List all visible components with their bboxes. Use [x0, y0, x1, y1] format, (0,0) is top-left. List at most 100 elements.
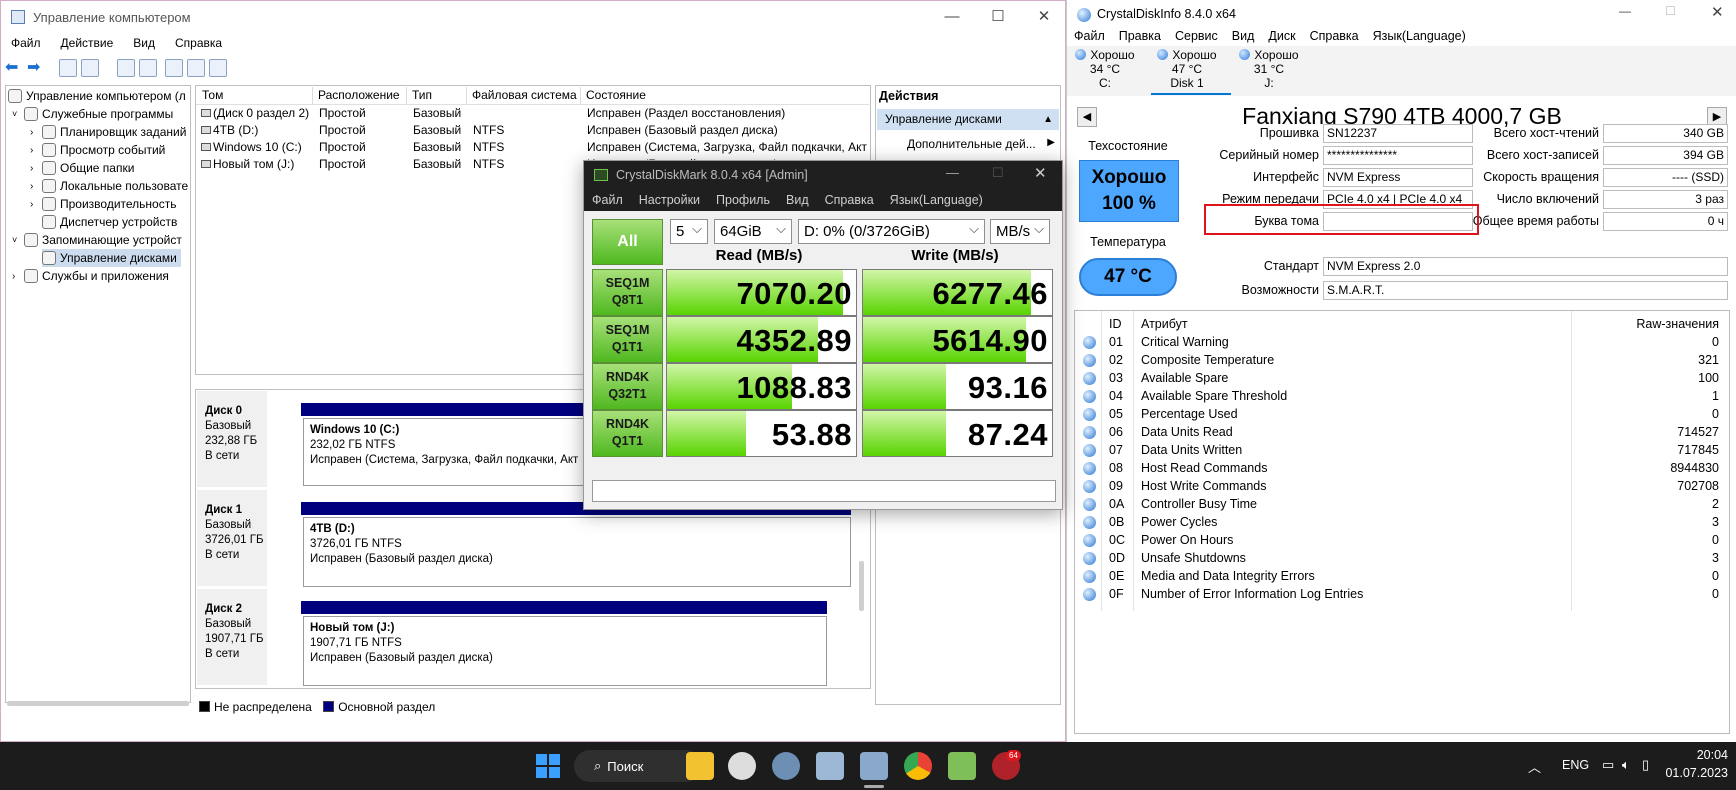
folder-up-icon[interactable] — [59, 59, 77, 77]
tree-item-disk-management[interactable]: Управление дисками — [42, 249, 181, 267]
tree-hscrollbar[interactable] — [7, 701, 189, 706]
disk0-label[interactable]: Диск 0 Базовый 232,88 ГБ В сети — [205, 404, 257, 464]
smart-row[interactable]: 01 Critical Warning 0 — [1075, 333, 1729, 351]
battery-icon[interactable]: ▯ — [1642, 757, 1649, 773]
volume-name[interactable]: 4TB (D:) — [213, 122, 311, 139]
search-icon[interactable] — [165, 59, 183, 77]
cdi-maximize-button[interactable]: ☐ — [1665, 4, 1676, 18]
volume-name[interactable]: Windows 10 (C:) — [213, 139, 311, 156]
disk0-partition[interactable]: Windows 10 (C:) 232,02 ГБ NTFS Исправен … — [303, 418, 603, 486]
tree-item-services[interactable]: › Службы и приложения — [12, 267, 169, 285]
tree-item-device-manager[interactable]: Диспетчер устройств — [42, 213, 177, 231]
cdi-menu-help[interactable]: Справка — [1303, 29, 1366, 43]
minimize-button[interactable]: — — [929, 1, 975, 31]
close-button[interactable]: ✕ — [1021, 1, 1065, 31]
cdi-minimize-button[interactable]: — — [1619, 4, 1631, 18]
smart-row[interactable]: 0B Power Cycles 3 — [1075, 513, 1729, 531]
smart-row[interactable]: 0D Unsafe Shutdowns 3 — [1075, 549, 1729, 567]
volume-status[interactable]: Исправен (Раздел восстановления) — [587, 105, 867, 122]
volume-filesystem[interactable]: NTFS — [473, 156, 579, 173]
settings-gear-icon[interactable] — [772, 752, 800, 780]
app-fox-icon[interactable] — [728, 752, 756, 780]
computer-management-taskbar-icon[interactable] — [816, 752, 844, 780]
smart-row[interactable]: 09 Host Write Commands 702708 — [1075, 477, 1729, 495]
prev-disk-button[interactable]: ◀ — [1077, 107, 1097, 127]
cdi-menu-service[interactable]: Сервис — [1168, 29, 1225, 43]
cdm-menu-view[interactable]: Вид — [778, 193, 817, 207]
back-arrow-icon[interactable]: ⬅ — [5, 57, 18, 77]
cdm-menu-profile[interactable]: Профиль — [708, 193, 778, 207]
console-tree-icon[interactable] — [81, 59, 99, 77]
col-volume[interactable]: Том — [197, 87, 313, 104]
cdi-menu-view[interactable]: Вид — [1225, 29, 1262, 43]
actions-section[interactable]: Управление дисками ▲ — [877, 109, 1059, 130]
all-button[interactable]: All — [592, 219, 663, 265]
test-button[interactable]: SEQ1M Q8T1 — [592, 269, 663, 316]
properties-icon[interactable] — [139, 59, 157, 77]
disk2-label[interactable]: Диск 2 Базовый 1907,71 ГБ В сети — [205, 602, 264, 662]
smart-row[interactable]: 07 Data Units Written 717845 — [1075, 441, 1729, 459]
disk1-partition[interactable]: 4TB (D:) 3726,01 ГБ NTFS Исправен (Базов… — [303, 517, 851, 587]
volume-status[interactable]: Исправен (Система, Загрузка, Файл подкач… — [587, 139, 867, 156]
clock-date[interactable]: 01.07.2023 — [1660, 766, 1728, 780]
cdm-menu-file[interactable]: Файл — [584, 193, 631, 207]
unit-select[interactable]: MB/s — [990, 217, 1050, 244]
cdm-maximize-button[interactable]: ☐ — [992, 165, 1004, 181]
volume-type[interactable]: Базовый — [413, 122, 469, 139]
cdm-close-button[interactable]: ✕ — [1034, 164, 1047, 182]
tree-item-root[interactable]: Управление компьютером (л — [8, 87, 186, 105]
cdi-menu-language[interactable]: Язык(Language) — [1366, 29, 1473, 43]
volume-layout[interactable]: Простой — [319, 105, 409, 122]
test-size-select[interactable]: 64GiB — [714, 217, 792, 244]
volume-filesystem[interactable] — [473, 105, 579, 122]
volume-type[interactable]: Базовый — [413, 156, 469, 173]
smart-row[interactable]: 08 Host Read Commands 8944830 — [1075, 459, 1729, 477]
forward-arrow-icon[interactable]: ➡ — [27, 57, 40, 77]
col-type[interactable]: Тип — [407, 87, 467, 104]
cdm-menu-settings[interactable]: Настройки — [631, 193, 708, 207]
smart-col-id[interactable]: ID — [1109, 315, 1122, 333]
volume-layout[interactable]: Простой — [319, 139, 409, 156]
volume-type[interactable]: Базовый — [413, 105, 469, 122]
volume-layout[interactable]: Простой — [319, 156, 409, 173]
speaker-icon[interactable]: 🔈︎ — [1622, 757, 1630, 773]
volume-status[interactable]: Исправен (Базовый раздел диска) — [587, 122, 867, 139]
test-button[interactable]: RND4K Q32T1 — [592, 363, 663, 410]
comment-input[interactable] — [592, 480, 1056, 502]
volume-type[interactable]: Базовый — [413, 139, 469, 156]
clock-time[interactable]: 20:04 — [1660, 748, 1728, 762]
menu-file[interactable]: Файл — [1, 36, 51, 50]
smart-row[interactable]: 05 Percentage Used 0 — [1075, 405, 1729, 423]
smart-col-attr[interactable]: Атрибут — [1141, 315, 1188, 333]
volume-filesystem[interactable]: NTFS — [473, 139, 579, 156]
smart-col-raw[interactable]: Raw-значения — [1636, 315, 1719, 333]
smart-row[interactable]: 0E Media and Data Integrity Errors 0 — [1075, 567, 1729, 585]
actions-more[interactable]: Дополнительные дей... ▶ — [907, 137, 1055, 151]
app-red-icon[interactable]: 64 — [992, 750, 1021, 780]
disk-tab-j[interactable]: Хорошо 31 °C J: — [1231, 48, 1307, 90]
input-language[interactable]: ENG — [1562, 758, 1589, 772]
cdm-menu-help[interactable]: Справка — [817, 193, 882, 207]
smart-row[interactable]: 0F Number of Error Information Log Entrie… — [1075, 585, 1729, 603]
check-icon[interactable] — [187, 59, 205, 77]
disk2-partition[interactable]: Новый том (J:) 1907,71 ГБ NTFS Исправен … — [303, 616, 827, 686]
volume-name[interactable]: Новый том (J:) — [213, 156, 311, 173]
taskbar-search[interactable]: ⌕ Поиск — [574, 750, 702, 782]
smart-row[interactable]: 06 Data Units Read 714527 — [1075, 423, 1729, 441]
tree-item-performance[interactable]: › Производительность — [30, 195, 176, 213]
test-button[interactable]: RND4K Q1T1 — [592, 410, 663, 457]
tree-item-local-users[interactable]: › Локальные пользовате — [30, 177, 188, 195]
disk-tab-c[interactable]: Хорошо 34 °C C: — [1067, 48, 1143, 90]
tree-item-event-viewer[interactable]: › Просмотр событий — [30, 141, 165, 159]
smart-row[interactable]: 02 Composite Temperature 321 — [1075, 351, 1729, 369]
temperature-value[interactable]: 47 °C — [1079, 258, 1177, 296]
cdi-menu-disk[interactable]: Диск — [1261, 29, 1302, 43]
cdm-menu-language[interactable]: Язык(Language) — [882, 193, 991, 207]
volume-name[interactable]: (Диск 0 раздел 2) — [213, 105, 311, 122]
tree-item-shared-folders[interactable]: › Общие папки — [30, 159, 134, 177]
help-icon[interactable] — [117, 59, 135, 77]
cdi-menu-edit[interactable]: Правка — [1112, 29, 1168, 43]
tray-chevron-up-icon[interactable]: ︿ — [1528, 757, 1541, 776]
col-status[interactable]: Состояние — [581, 87, 871, 104]
tree-item-task-scheduler[interactable]: › Планировщик заданий — [30, 123, 186, 141]
